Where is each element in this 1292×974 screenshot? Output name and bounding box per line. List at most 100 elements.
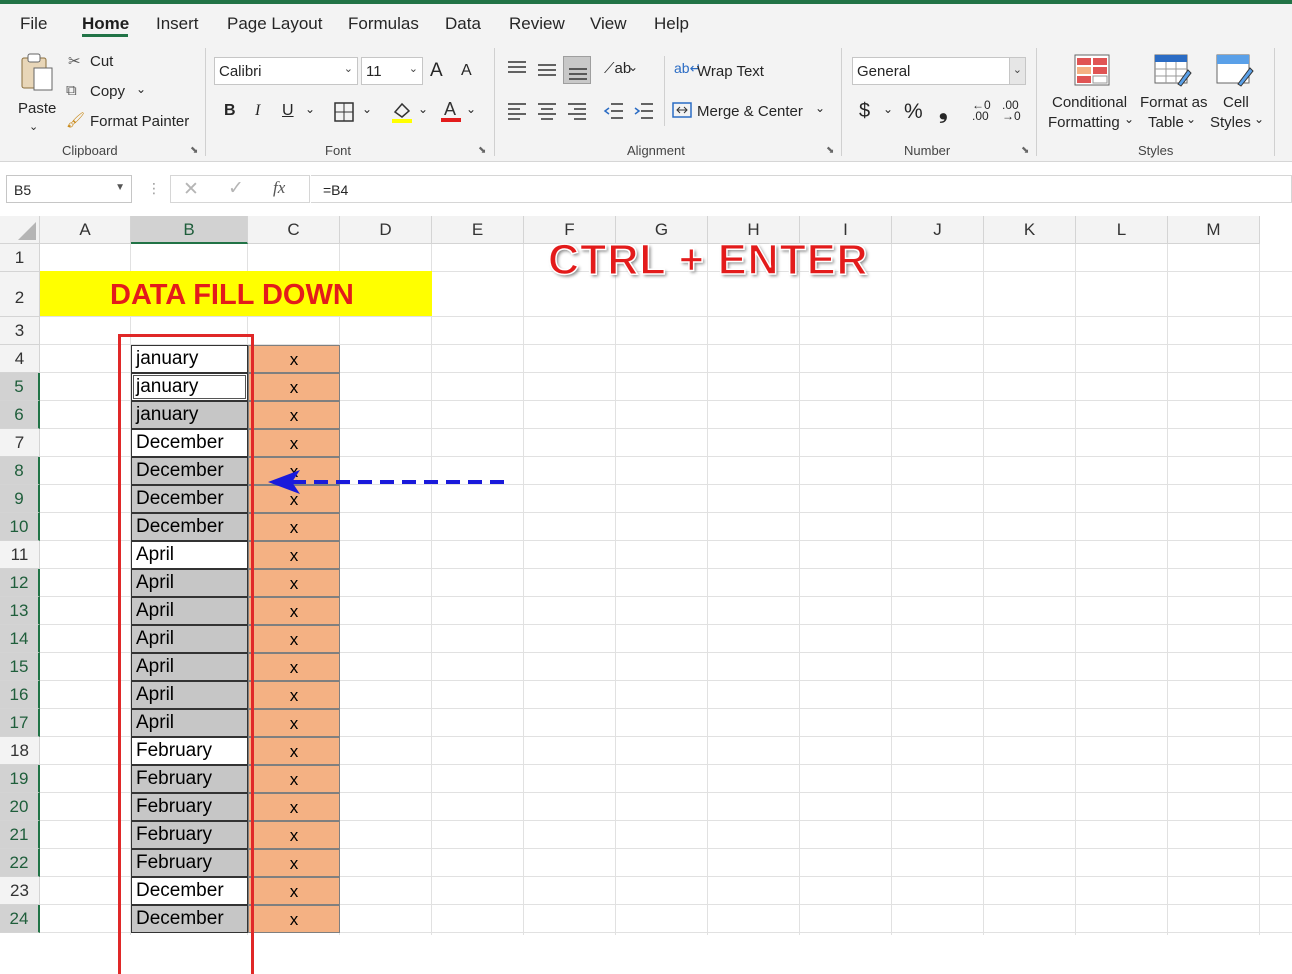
row-header-10[interactable]: 10 [0,513,40,541]
cell-c22[interactable]: x [248,849,340,877]
align-right-icon[interactable] [566,102,588,120]
currency-dropdown-icon[interactable]: ⌄ [883,102,893,116]
cell-c18[interactable]: x [248,737,340,765]
formula-bar-grip-icon[interactable]: ⋮ [147,180,161,197]
font-size-select[interactable]: 11 ⌄ [361,57,423,85]
formula-input[interactable]: =B4 [311,175,1292,203]
select-all-corner[interactable] [0,216,40,244]
italic-button[interactable]: I [255,102,260,120]
copy-dropdown-icon[interactable]: ⌄ [136,82,146,96]
row-header-17[interactable]: 17 [0,709,40,737]
row-header-16[interactable]: 16 [0,681,40,709]
enter-check-icon[interactable]: ✓ [228,177,244,200]
bold-button[interactable]: B [224,102,236,120]
increase-indent-icon[interactable] [633,102,655,120]
row-header-6[interactable]: 6 [0,401,40,429]
shrink-font-button[interactable]: A [461,62,472,80]
cell-c24[interactable]: x [248,905,340,933]
column-header-d[interactable]: D [340,216,432,244]
tab-page-layout[interactable]: Page Layout [227,14,322,34]
align-center-icon[interactable] [536,102,558,120]
decrease-indent-icon[interactable] [603,102,625,120]
cell-c17[interactable]: x [248,709,340,737]
cell-c4[interactable]: x [248,345,340,373]
align-left-icon[interactable] [506,102,528,120]
row-header-1[interactable]: 1 [0,244,40,272]
cell-styles-button[interactable]: Cell Styles ⌄ [1208,52,1268,136]
row-header-24[interactable]: 24 [0,905,40,933]
column-header-k[interactable]: K [984,216,1076,244]
tab-data[interactable]: Data [445,14,481,34]
conditional-formatting-button[interactable]: Conditional Formatting ⌄ [1046,52,1136,136]
cell-c7[interactable]: x [248,429,340,457]
sheet-title[interactable]: DATA FILL DOWN [110,279,354,312]
wrap-text-button[interactable]: ab↵ Wrap Text [674,58,774,82]
row-header-8[interactable]: 8 [0,457,40,485]
name-box[interactable]: B5 ▼ [6,175,132,203]
row-header-19[interactable]: 19 [0,765,40,793]
cell-c19[interactable]: x [248,765,340,793]
copy-button[interactable]: ⧉ Copy ⌄ [66,80,156,104]
align-top-icon[interactable] [506,60,528,76]
cell-c14[interactable]: x [248,625,340,653]
underline-dropdown-icon[interactable]: ⌄ [305,102,315,116]
cell-c16[interactable]: x [248,681,340,709]
tab-review[interactable]: Review [509,14,565,34]
font-color-icon[interactable]: A [440,98,462,124]
row-header-20[interactable]: 20 [0,793,40,821]
cell-c11[interactable]: x [248,541,340,569]
row-header-13[interactable]: 13 [0,597,40,625]
tab-formulas[interactable]: Formulas [348,14,419,34]
column-header-j[interactable]: J [892,216,984,244]
row-header-5[interactable]: 5 [0,373,40,401]
cell-c6[interactable]: x [248,401,340,429]
cell-c13[interactable]: x [248,597,340,625]
row-header-18[interactable]: 18 [0,737,40,765]
format-painter-button[interactable]: 🖌 Format Painter [66,110,191,134]
clipboard-launcher-icon[interactable]: ⬊ [190,145,198,156]
column-header-a[interactable]: A [40,216,131,244]
format-as-table-button[interactable]: Format as Table ⌄ [1140,52,1212,136]
column-header-l[interactable]: L [1076,216,1168,244]
cell-c20[interactable]: x [248,793,340,821]
cell-c21[interactable]: x [248,821,340,849]
alignment-launcher-icon[interactable]: ⬊ [826,145,834,156]
tab-view[interactable]: View [590,14,627,34]
paste-dropdown-icon[interactable]: ⌄ [29,120,38,133]
comma-style-button[interactable]: ❟ [939,98,948,124]
fill-color-icon[interactable] [391,100,413,124]
row-header-21[interactable]: 21 [0,821,40,849]
decrease-decimal-icon[interactable]: .00 →0 [1002,99,1021,122]
tab-home[interactable]: Home [82,14,129,34]
cell-c5[interactable]: x [248,373,340,401]
row-header-9[interactable]: 9 [0,485,40,513]
column-header-c[interactable]: C [248,216,340,244]
column-header-m[interactable]: M [1168,216,1260,244]
insert-function-icon[interactable]: fx [273,178,285,198]
paste-button[interactable]: Paste ⌄ [14,50,58,134]
fill-color-dropdown-icon[interactable]: ⌄ [418,102,428,116]
cell-c15[interactable]: x [248,653,340,681]
borders-dropdown-icon[interactable]: ⌄ [362,102,372,116]
cell-c23[interactable]: x [248,877,340,905]
align-bottom-button[interactable] [563,56,591,84]
grow-font-button[interactable]: A [430,60,443,82]
number-launcher-icon[interactable]: ⬊ [1021,145,1029,156]
underline-button[interactable]: U [282,102,294,120]
number-format-select[interactable]: General ⌄ [852,57,1026,85]
merge-dropdown-icon[interactable]: ⌄ [815,101,825,115]
percent-button[interactable]: % [904,100,923,124]
font-color-dropdown-icon[interactable]: ⌄ [466,102,476,116]
cut-button[interactable]: ✂ Cut [66,50,126,74]
align-middle-icon[interactable] [536,62,558,78]
cell-c12[interactable]: x [248,569,340,597]
currency-button[interactable]: $ [859,100,870,123]
row-header-15[interactable]: 15 [0,653,40,681]
row-header-22[interactable]: 22 [0,849,40,877]
row-header-2[interactable]: 2 [0,272,40,317]
row-header-23[interactable]: 23 [0,877,40,905]
row-header-12[interactable]: 12 [0,569,40,597]
column-header-b[interactable]: B [131,216,248,244]
cell-c10[interactable]: x [248,513,340,541]
row-header-4[interactable]: 4 [0,345,40,373]
